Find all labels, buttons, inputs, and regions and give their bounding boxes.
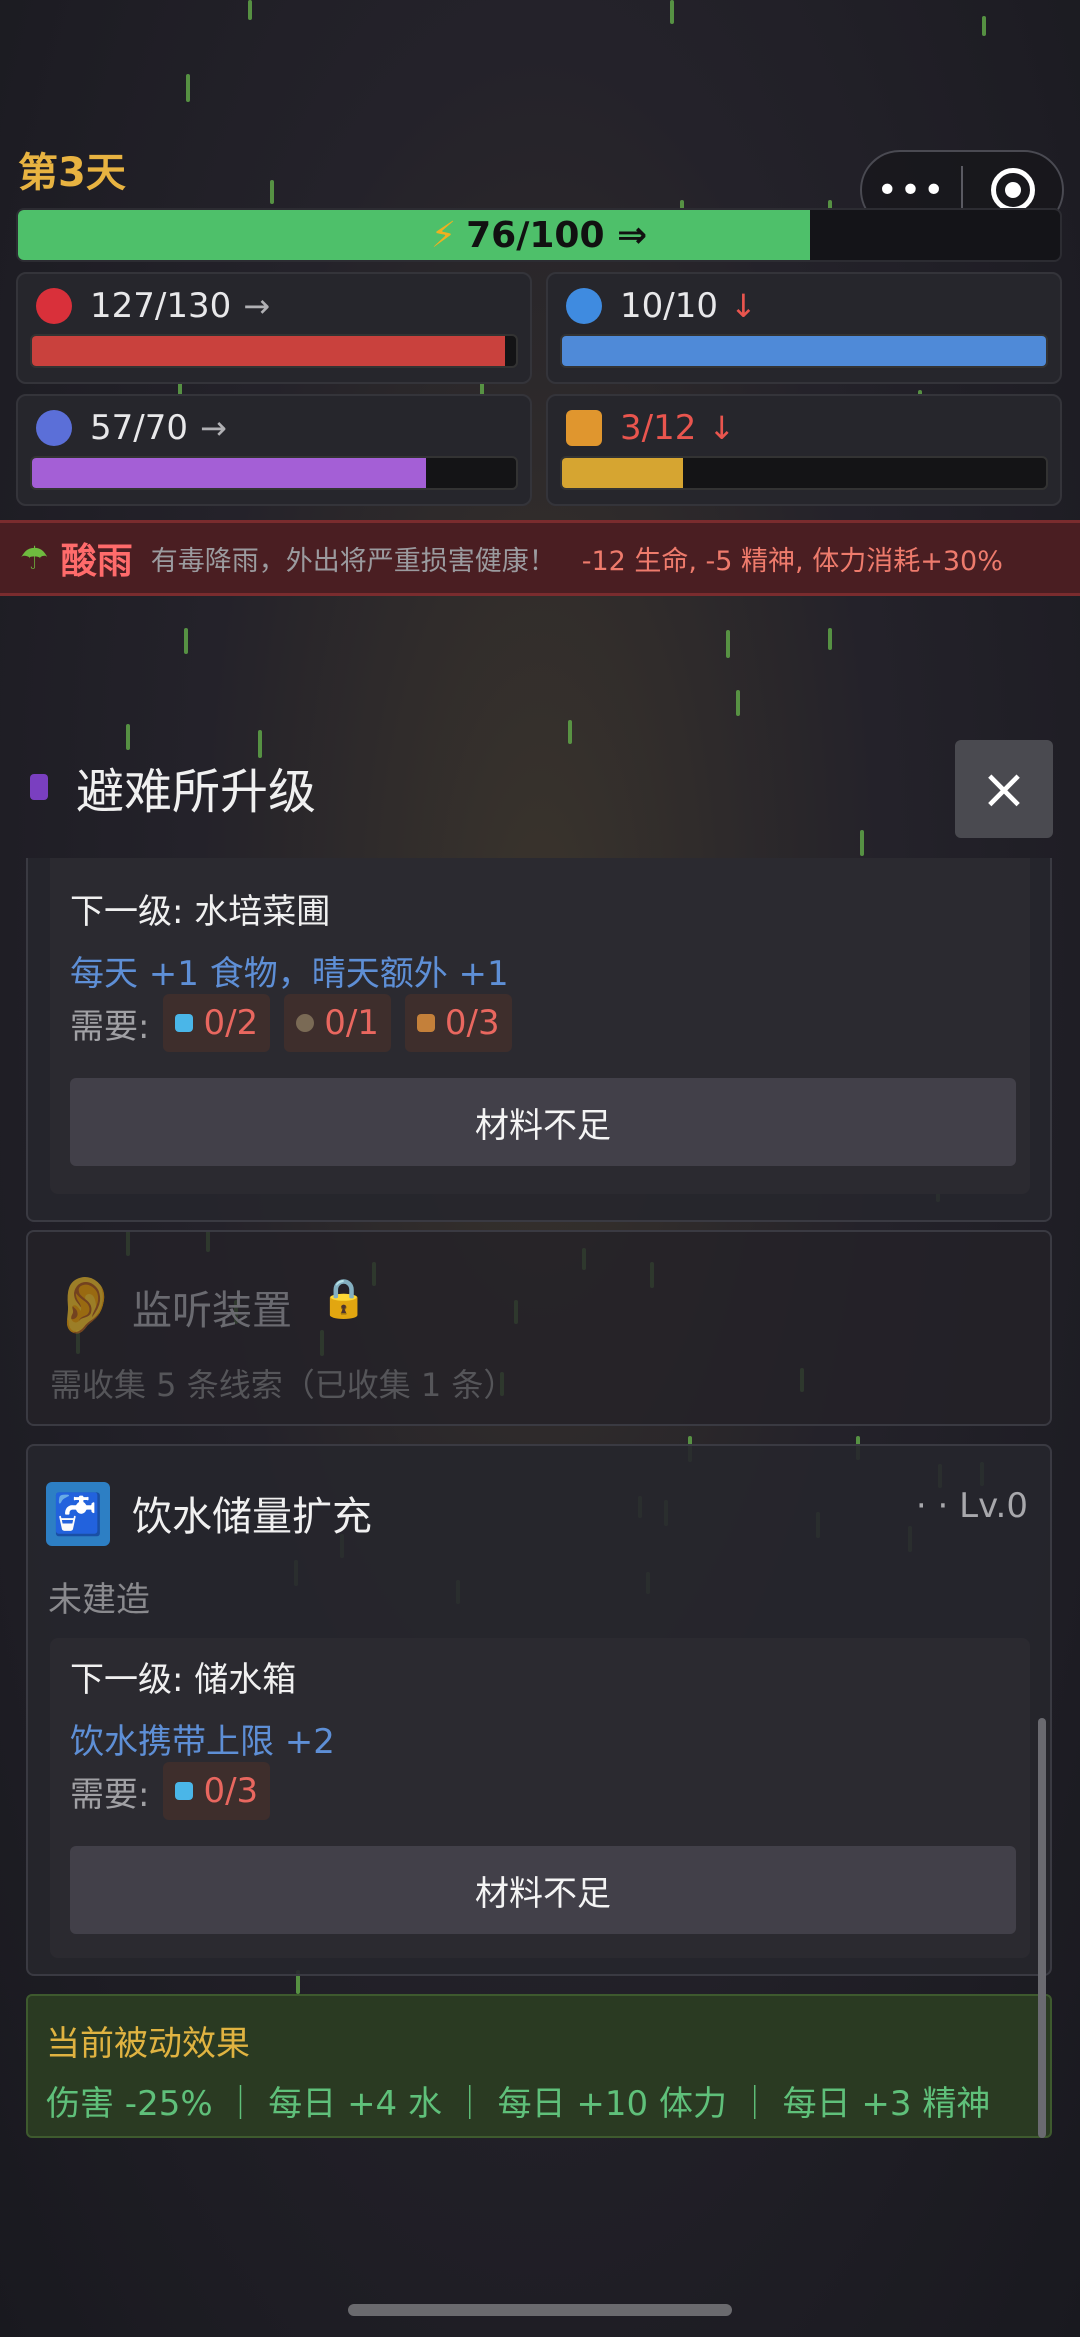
passive-effects-list: 伤害 -25% ｜ 每日 +4 水 ｜ 每日 +10 体力 ｜ 每日 +3 精神: [46, 2084, 991, 2124]
upgrade-card-hydroponics: 下一级: 水培菜圃 每天 +1 食物，晴天额外 +1 需要: 0/2 0/1 0…: [26, 858, 1052, 1222]
rain-streak: [248, 0, 252, 20]
rain-streak: [736, 690, 740, 716]
rain-streak: [184, 628, 188, 654]
upgrade-button[interactable]: 材料不足: [70, 1846, 1016, 1934]
requirement-chip: 0/3: [404, 994, 512, 1052]
day-label: 第3天: [18, 150, 126, 196]
spirit-card: 57/70 →: [16, 394, 532, 506]
build-status: 未建造: [48, 1580, 150, 1620]
next-level-label: 下一级: 水培菜圃: [70, 892, 331, 932]
weather-banner: ☂ 酸雨 有毒降雨，外出将严重损害健康！ -12 生命, -5 精神, 体力消耗…: [0, 520, 1080, 596]
food-value: 3/12: [620, 408, 697, 448]
weather-name: 酸雨: [60, 541, 133, 582]
water-card: 10/10 ↓: [546, 272, 1062, 384]
scrollbar[interactable]: [1038, 1718, 1046, 2138]
upgrade-effect: 饮水携带上限 +2: [70, 1722, 335, 1762]
requirements-label: 需要:: [70, 1774, 150, 1815]
card-title: 饮水储量扩充: [132, 1494, 372, 1540]
requirement-chip: 0/3: [163, 1762, 271, 1820]
home-indicator[interactable]: [348, 2304, 732, 2316]
next-level-label: 下一级: 储水箱: [70, 1660, 297, 1700]
stamina-value: 76/100 ⇒: [466, 214, 648, 256]
health-fill: [32, 336, 505, 366]
target-icon: [990, 168, 1035, 212]
food-fill: [562, 458, 683, 488]
stamina-bar: ⚡ 76/100 ⇒: [16, 208, 1062, 262]
crystal-icon: [175, 1782, 194, 1800]
rain-streak: [726, 630, 730, 658]
unlock-hint: 需收集 5 条线索（已收集 1 条）: [50, 1366, 516, 1404]
modal-title-text: 避难所升级: [76, 764, 317, 820]
level-badge: · · Lv.0: [915, 1486, 1028, 1526]
shelter-gem-icon: [30, 774, 48, 800]
rain-streak: [270, 180, 274, 204]
modal-scroll-area[interactable]: 下一级: 水培菜圃 每天 +1 食物，晴天额外 +1 需要: 0/2 0/1 0…: [0, 858, 1080, 2158]
food-card: 3/12 ↓: [546, 394, 1062, 506]
lightning-icon: ⚡: [430, 214, 457, 256]
gear-part-icon: [296, 1014, 315, 1032]
heart-icon: [36, 288, 72, 324]
card-title: 监听装置: [132, 1288, 292, 1334]
weather-description: 有毒降雨，外出将严重损害健康！: [150, 545, 556, 577]
food-bar: [560, 456, 1048, 490]
water-trend: ↓: [729, 287, 757, 325]
rain-streak: [670, 0, 674, 24]
upgrade-detail-water: 下一级: 储水箱 饮水携带上限 +2 需要: 0/3 材料不足: [50, 1638, 1030, 1958]
food-trend: ↓: [708, 409, 736, 447]
rain-streak: [568, 720, 572, 744]
upgrade-card-listening-device: 👂 监听装置 🔒 需收集 5 条线索（已收集 1 条）: [26, 1230, 1052, 1426]
ear-icon: 👂: [50, 1273, 120, 1338]
plank-icon: [416, 1014, 435, 1032]
spirit-bar: [30, 456, 518, 490]
requirements-label: 需要:: [70, 1006, 150, 1047]
upgrade-card-water-storage: 🚰 饮水储量扩充 · · Lv.0 未建造 下一级: 储水箱 饮水携带上限 +2…: [26, 1444, 1052, 1976]
water-tap-icon: 🚰: [46, 1482, 110, 1546]
spirit-value: 57/70: [90, 408, 188, 448]
requirements-row: 需要: 0/3: [70, 1762, 271, 1820]
close-button[interactable]: ×: [955, 740, 1053, 838]
acid-rain-icon: ☂: [20, 539, 49, 577]
health-bar: [30, 334, 518, 368]
health-card: 127/130 →: [16, 272, 532, 384]
requirement-count: 0/2: [203, 1003, 259, 1043]
upgrade-button[interactable]: 材料不足: [70, 1078, 1016, 1166]
water-drop-icon: [566, 288, 602, 324]
requirement-count: 0/3: [444, 1003, 500, 1043]
water-value: 10/10: [620, 286, 718, 326]
rain-streak: [982, 16, 986, 36]
requirements-row: 需要: 0/2 0/1 0/3: [70, 994, 512, 1052]
rain-streak: [186, 74, 190, 102]
stamina-readout: ⚡ 76/100 ⇒: [18, 210, 1060, 260]
crystal-icon: [175, 1014, 194, 1032]
brain-icon: [36, 410, 72, 446]
close-program-button[interactable]: [963, 168, 1062, 212]
bread-icon: [566, 410, 602, 446]
weather-effect: -12 生命, -5 精神, 体力消耗+30%: [581, 545, 1003, 577]
close-icon: ×: [980, 756, 1028, 822]
health-value: 127/130: [90, 286, 232, 326]
requirement-chip: 0/1: [284, 994, 391, 1052]
upgrade-effect: 每天 +1 食物，晴天额外 +1: [70, 954, 509, 994]
modal-title: 避难所升级: [30, 752, 316, 822]
spirit-fill: [32, 458, 427, 488]
health-trend: →: [243, 287, 271, 325]
rain-streak: [828, 628, 832, 650]
water-fill: [562, 336, 1046, 366]
passive-effects-title: 当前被动效果: [46, 2024, 250, 2064]
page: 第3天 ••• ⚡ 76/100 ⇒ 127/130 → 10/10 ↓ 57/…: [0, 0, 1080, 2337]
passive-effects-panel: 当前被动效果 伤害 -25% ｜ 每日 +4 水 ｜ 每日 +10 体力 ｜ 每…: [26, 1994, 1052, 2138]
rain-streak: [126, 724, 130, 750]
requirement-chip: 0/2: [163, 994, 271, 1052]
requirement-count: 0/3: [203, 1771, 259, 1811]
spirit-trend: →: [199, 409, 227, 447]
upgrade-detail-hydroponics: 下一级: 水培菜圃 每天 +1 食物，晴天额外 +1 需要: 0/2 0/1 0…: [50, 858, 1030, 1194]
water-bar: [560, 334, 1048, 368]
rain-streak: [860, 830, 864, 856]
lock-icon: 🔒: [320, 1276, 368, 1320]
requirement-count: 0/1: [324, 1003, 379, 1043]
more-menu-button[interactable]: •••: [862, 170, 961, 211]
